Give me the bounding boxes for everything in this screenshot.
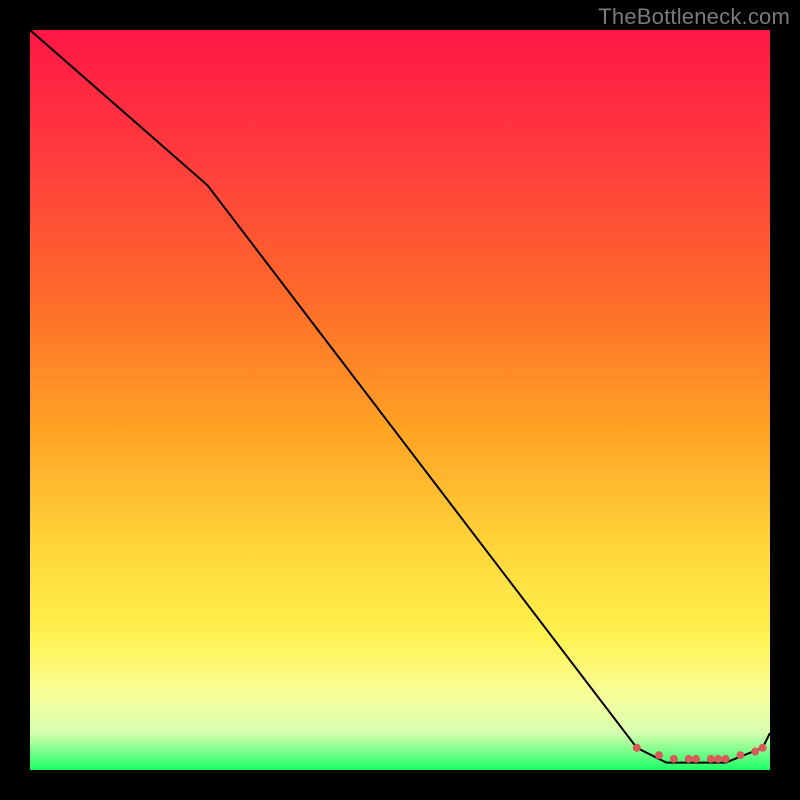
watermark-text: TheBottleneck.com [598,4,790,30]
marker-dot [722,755,730,763]
marker-dot [714,755,722,763]
marker-dot [751,748,759,756]
chart-background [30,30,770,770]
marker-dot [633,744,641,752]
canvas: TheBottleneck.com [0,0,800,800]
marker-dot [692,755,700,763]
marker-dot [685,755,693,763]
marker-dot [759,744,767,752]
plot-frame [30,30,770,770]
marker-dot [655,751,663,759]
marker-dot [707,755,715,763]
chart-svg [30,30,770,770]
marker-dot [736,751,744,759]
marker-dot [670,755,678,763]
